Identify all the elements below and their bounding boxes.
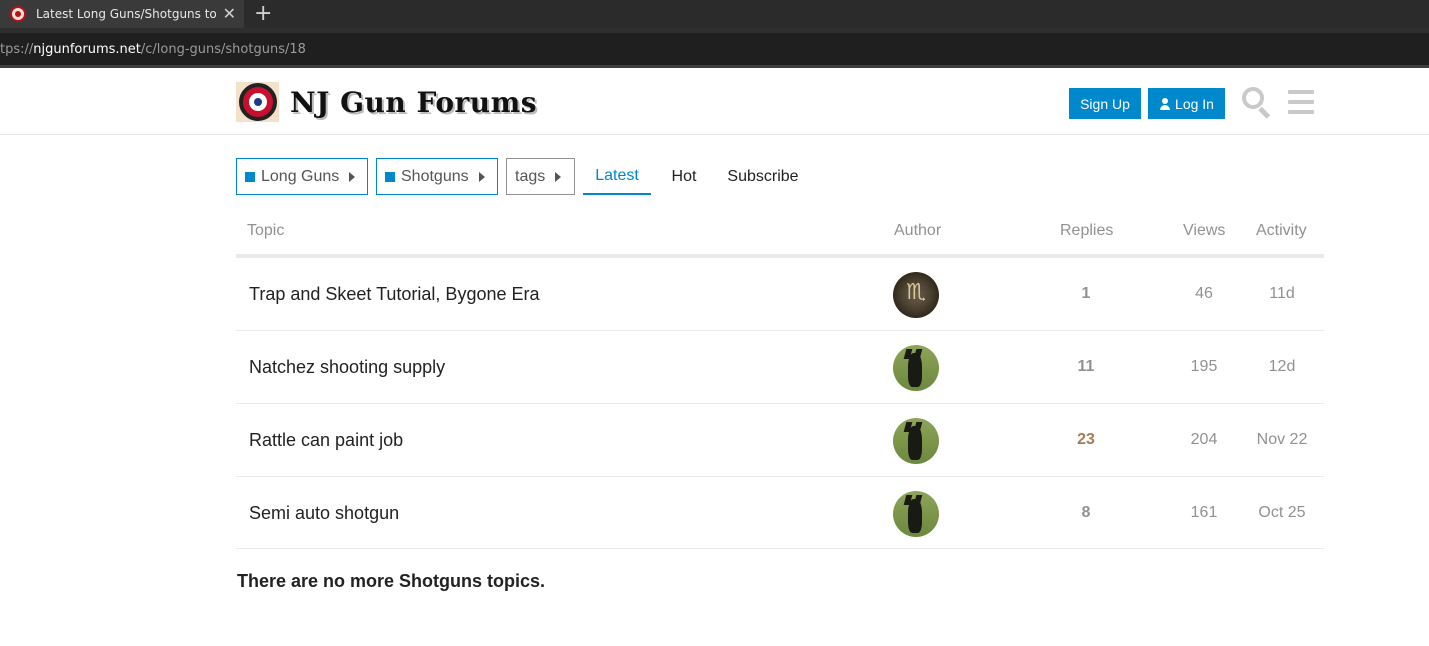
tab-subscribe[interactable]: Subscribe	[720, 158, 806, 195]
site-favicon-icon	[10, 6, 26, 22]
tab-latest[interactable]: Latest	[583, 158, 651, 195]
hamburger-menu-icon[interactable]	[1288, 90, 1314, 114]
site-header: NJ Gun Forums Sign Up Log In	[0, 68, 1429, 135]
site-title[interactable]: NJ Gun Forums	[290, 86, 537, 119]
dog-avatar[interactable]	[893, 491, 939, 537]
url-text[interactable]: tps://njgunforums.net/c/long-guns/shotgu…	[0, 42, 306, 57]
column-activity[interactable]: Activity	[1256, 222, 1307, 240]
activity-time[interactable]: Oct 25	[1246, 504, 1318, 522]
replies-count[interactable]: 8	[1066, 504, 1106, 522]
dog-avatar[interactable]	[893, 345, 939, 391]
column-replies[interactable]: Replies	[1060, 222, 1113, 240]
topic-list-header: Topic Author Replies Views Activity	[236, 212, 1324, 258]
topic-title-link[interactable]: Semi auto shotgun	[249, 503, 399, 524]
caret-right-icon	[478, 171, 485, 182]
column-author: Author	[894, 222, 942, 239]
column-views[interactable]: Views	[1183, 222, 1225, 240]
tags-dropdown[interactable]: tags	[506, 158, 575, 195]
table-row: Natchez shooting supply 11 195 12d	[236, 331, 1324, 404]
replies-count[interactable]: 1	[1066, 285, 1106, 303]
site-logo-icon[interactable]	[236, 82, 279, 122]
scorpio-avatar[interactable]	[893, 272, 939, 318]
views-count: 195	[1190, 358, 1218, 375]
views-count: 46	[1195, 285, 1213, 302]
activity-time[interactable]: 11d	[1246, 285, 1318, 303]
dog-avatar[interactable]	[893, 418, 939, 464]
tab-title: Latest Long Guns/Shotguns topics	[36, 7, 216, 21]
column-topic: Topic	[247, 222, 285, 239]
replies-count[interactable]: 23	[1066, 431, 1106, 449]
views-count: 204	[1190, 431, 1218, 448]
log-in-button[interactable]: Log In	[1148, 88, 1225, 119]
new-tab-icon[interactable]: +	[254, 1, 272, 26]
topic-title-link[interactable]: Natchez shooting supply	[249, 357, 445, 378]
tab-hot[interactable]: Hot	[661, 158, 707, 195]
caret-right-icon	[555, 171, 562, 182]
category-color-badge	[245, 171, 255, 182]
table-row: Semi auto shotgun 8 161 Oct 25	[236, 477, 1324, 549]
subcategory-dropdown-shotguns[interactable]: Shotguns	[376, 158, 498, 195]
category-color-badge	[385, 171, 395, 182]
browser-tab[interactable]: Latest Long Guns/Shotguns topics ✕	[0, 0, 244, 28]
activity-time[interactable]: Nov 22	[1246, 431, 1318, 449]
close-tab-icon[interactable]: ✕	[223, 4, 236, 23]
topic-title-link[interactable]: Rattle can paint job	[249, 430, 403, 451]
search-icon[interactable]	[1242, 87, 1272, 119]
caret-right-icon	[349, 171, 356, 182]
table-row: Rattle can paint job 23 204 Nov 22	[236, 404, 1324, 477]
table-row: Trap and Skeet Tutorial, Bygone Era 1 46…	[236, 258, 1324, 331]
views-count: 161	[1190, 504, 1218, 521]
browser-tab-bar: Latest Long Guns/Shotguns topics ✕ +	[0, 0, 1429, 28]
category-dropdown-long-guns[interactable]: Long Guns	[236, 158, 368, 195]
activity-time[interactable]: 12d	[1246, 358, 1318, 376]
replies-count[interactable]: 11	[1066, 358, 1106, 376]
no-more-topics-message: There are no more Shotguns topics.	[237, 571, 546, 591]
address-bar[interactable]: tps://njgunforums.net/c/long-guns/shotgu…	[0, 28, 1429, 68]
topic-title-link[interactable]: Trap and Skeet Tutorial, Bygone Era	[249, 284, 540, 305]
user-icon	[1159, 97, 1171, 110]
sign-up-button[interactable]: Sign Up	[1069, 88, 1141, 119]
